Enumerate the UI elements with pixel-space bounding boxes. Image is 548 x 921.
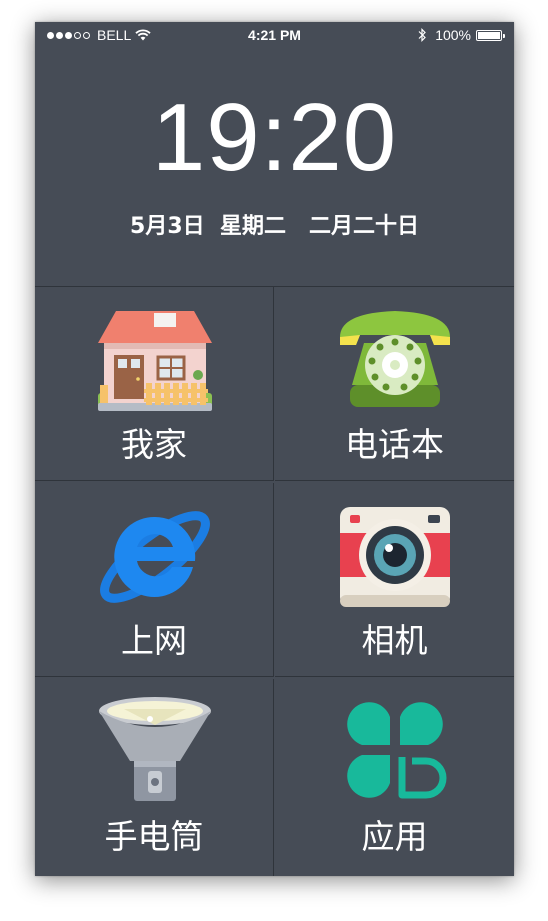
battery-icon bbox=[476, 29, 505, 41]
app-grid: 我家 电话本 上网 相机 手电筒 应用 bbox=[35, 286, 514, 876]
apps-clover-icon bbox=[347, 702, 447, 799]
house-icon bbox=[98, 311, 212, 411]
internet-explorer-icon bbox=[100, 511, 210, 603]
app-label: 上网 bbox=[121, 621, 187, 660]
app-label: 电话本 bbox=[345, 425, 444, 464]
lock-clock: 19:20 bbox=[151, 84, 398, 191]
telephone-icon bbox=[340, 311, 450, 407]
app-tile-flashlight[interactable]: 手电筒 bbox=[35, 679, 274, 876]
app-label: 应用 bbox=[361, 817, 428, 856]
phone-screen: BELL 4:21 PM 100% 19:20 5月3日 星期二 二月二十日 我… bbox=[35, 22, 514, 876]
status-right: 100% bbox=[418, 27, 505, 43]
lock-date: 5月3日 星期二 二月二十日 bbox=[130, 214, 419, 239]
app-tile-camera[interactable]: 相机 bbox=[275, 483, 514, 677]
flashlight-icon bbox=[99, 697, 211, 801]
app-label: 手电筒 bbox=[104, 817, 204, 856]
battery-percent: 100% bbox=[435, 27, 471, 43]
battery-level bbox=[478, 31, 500, 39]
camera-icon bbox=[340, 507, 450, 607]
status-bar: BELL 4:21 PM 100% bbox=[35, 22, 514, 48]
app-label: 相机 bbox=[361, 621, 428, 660]
app-tile-phonebook[interactable]: 电话本 bbox=[275, 287, 514, 481]
app-tile-internet[interactable]: 上网 bbox=[35, 483, 274, 677]
app-tile-apps[interactable]: 应用 bbox=[275, 679, 514, 876]
bluetooth-icon bbox=[418, 28, 427, 42]
app-tile-home[interactable]: 我家 bbox=[35, 287, 274, 481]
app-label: 我家 bbox=[121, 425, 187, 464]
